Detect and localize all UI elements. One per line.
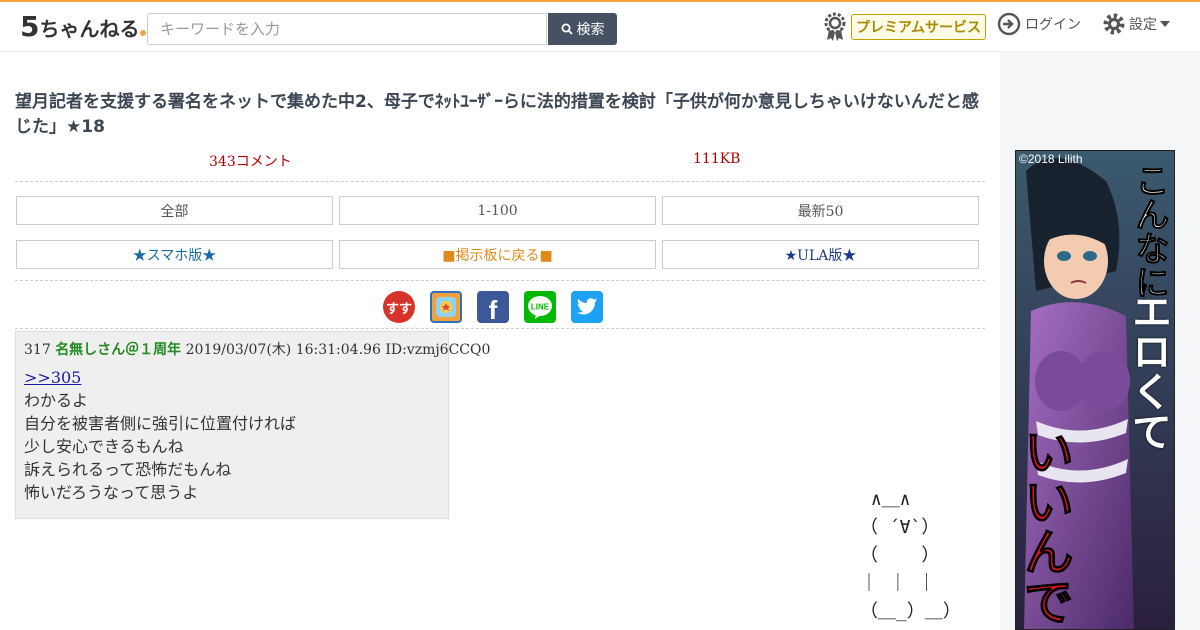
smartphone-version-link[interactable]: ★スマホ版★ [16, 240, 333, 269]
facebook-icon: f [488, 294, 498, 325]
divider [15, 328, 985, 329]
login-icon [997, 12, 1021, 36]
advertisement-banner[interactable]: ©2018 Lilith こんなに エロくて いいんで [1015, 150, 1175, 630]
app-icon [436, 297, 456, 317]
twitter-icon [576, 298, 598, 315]
post-date: 2019/03/07(木) 16:31:04.96 [185, 342, 381, 358]
facebook-share-button[interactable]: f [477, 291, 509, 325]
sukisuki-icon: すす [385, 300, 412, 316]
premium-badge: プレミアムサービス [851, 14, 987, 40]
back-to-board-link[interactable]: ■掲示板に戻る■ [339, 240, 656, 269]
post-header: 317 名無しさん＠１周年 2019/03/07(木) 16:31:04.96 … [24, 339, 490, 359]
line-icon: LINE [528, 296, 552, 319]
ad-headline-mid: エロくて [1125, 291, 1171, 451]
search-button[interactable]: 検索 [548, 13, 617, 45]
file-size: 111KB [693, 151, 741, 167]
line-share-button[interactable]: LINE [524, 291, 556, 323]
gear-icon [1103, 13, 1125, 35]
post-line: 自分を被害者側に強引に位置付ければ [24, 414, 297, 433]
premium-service-link[interactable]: プレミアムサービス [823, 12, 987, 42]
ascii-art-cat: ∧＿∧ （ ´∀`） （ ） ｜ ｜ ｜ （＿_）＿） [860, 489, 961, 622]
range-1-100-button[interactable]: 1-100 [339, 196, 656, 225]
ad-headline-top: こんなに [1129, 163, 1170, 300]
ad-headline-bottom: いいんで [1016, 426, 1075, 627]
site-header: 5ちゃんねる 検索 プレミアムサービス ログイン 設定 [0, 0, 1200, 52]
ula-version-link[interactable]: ★ULA版★ [662, 240, 979, 269]
post-body: >>305 わかるよ 自分を被害者側に強引に位置付ければ 少し安心できるもんね … [24, 366, 296, 504]
post-line: わかるよ [24, 391, 89, 410]
post-line: 訴えられるって恐怖だもんね [24, 460, 232, 479]
comment-count: 343コメント [209, 154, 292, 170]
sukisuki-share-button[interactable]: すす [383, 291, 415, 323]
divider [15, 181, 985, 182]
settings-label: 設定 [1129, 17, 1157, 33]
thread-title: 望月記者を支援する署名をネットで集めた中2、母子でﾈｯﾄﾕｰｻﾞｰらに法的措置を… [15, 92, 979, 137]
award-icon [824, 12, 846, 41]
login-label: ログイン [1025, 17, 1081, 33]
post-line: 少し安心できるもんね [24, 437, 184, 456]
search-icon [561, 23, 573, 35]
divider [15, 280, 985, 281]
reply-anchor-link[interactable]: >>305 [24, 368, 81, 387]
ad-copyright: ©2018 Lilith [1019, 152, 1083, 166]
caret-down-icon [1160, 21, 1170, 27]
settings-menu[interactable]: 設定 [1102, 12, 1170, 36]
poster-name: 名無しさん＠１周年 [55, 342, 182, 358]
search-button-label: 検索 [576, 22, 605, 38]
site-logo[interactable]: 5ちゃんねる [20, 10, 147, 43]
poster-id[interactable]: ID:vzmj6CCQ0 [385, 342, 490, 358]
latest-50-button[interactable]: 最新50 [662, 196, 979, 225]
twitter-share-button[interactable] [571, 291, 603, 323]
post-317: 317 名無しさん＠１周年 2019/03/07(木) 16:31:04.96 … [15, 331, 490, 519]
post-line: 怖いだろうなって思うよ [24, 483, 199, 502]
svg-text:LINE: LINE [531, 303, 550, 312]
post-number[interactable]: 317 [24, 342, 51, 358]
app-share-button[interactable] [430, 291, 462, 323]
search-input[interactable] [147, 13, 547, 45]
show-all-button[interactable]: 全部 [16, 196, 333, 225]
login-link[interactable]: ログイン [997, 12, 1081, 36]
